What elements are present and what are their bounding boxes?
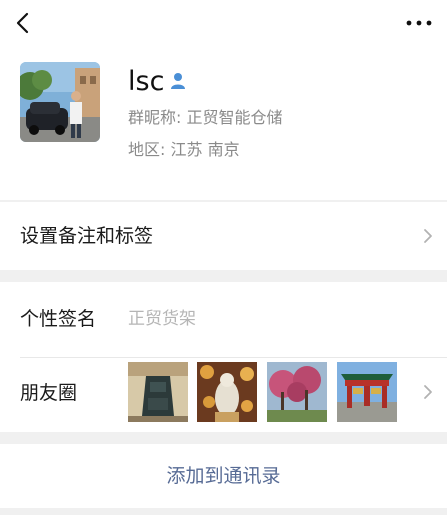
ellipsis-icon[interactable]	[405, 18, 433, 28]
chevron-left-icon[interactable]	[14, 12, 34, 34]
avatar[interactable]	[20, 62, 100, 142]
signature-value: 正贸货架	[128, 309, 196, 329]
profile-name: lsc	[128, 66, 165, 97]
group-nickname: 群昵称: 正贸智能仓储	[128, 108, 283, 127]
remark-tags-row[interactable]: 设置备注和标签	[0, 202, 447, 270]
info-section: 个性签名 正贸货架 朋友圈	[0, 282, 447, 432]
chevron-right-icon	[424, 385, 432, 399]
moments-label: 朋友圈	[20, 382, 78, 404]
remark-tags-label: 设置备注和标签	[20, 225, 154, 247]
add-contact-section: 添加到通讯录	[0, 444, 447, 508]
add-contact-button[interactable]: 添加到通讯录	[0, 464, 447, 488]
moments-photo-gate[interactable]	[337, 362, 397, 422]
chevron-right-icon	[424, 229, 432, 243]
moments-photo-trees[interactable]	[267, 362, 327, 422]
signature-label: 个性签名	[20, 308, 97, 330]
moments-photo-buddha[interactable]	[197, 362, 257, 422]
profile-card: lsc 群昵称: 正贸智能仓储 地区: 江苏 南京	[0, 46, 447, 200]
divider	[20, 357, 447, 358]
region: 地区: 江苏 南京	[128, 140, 240, 159]
person-icon	[171, 73, 185, 89]
top-bar	[0, 0, 447, 46]
moments-photo-bell[interactable]	[128, 362, 188, 422]
